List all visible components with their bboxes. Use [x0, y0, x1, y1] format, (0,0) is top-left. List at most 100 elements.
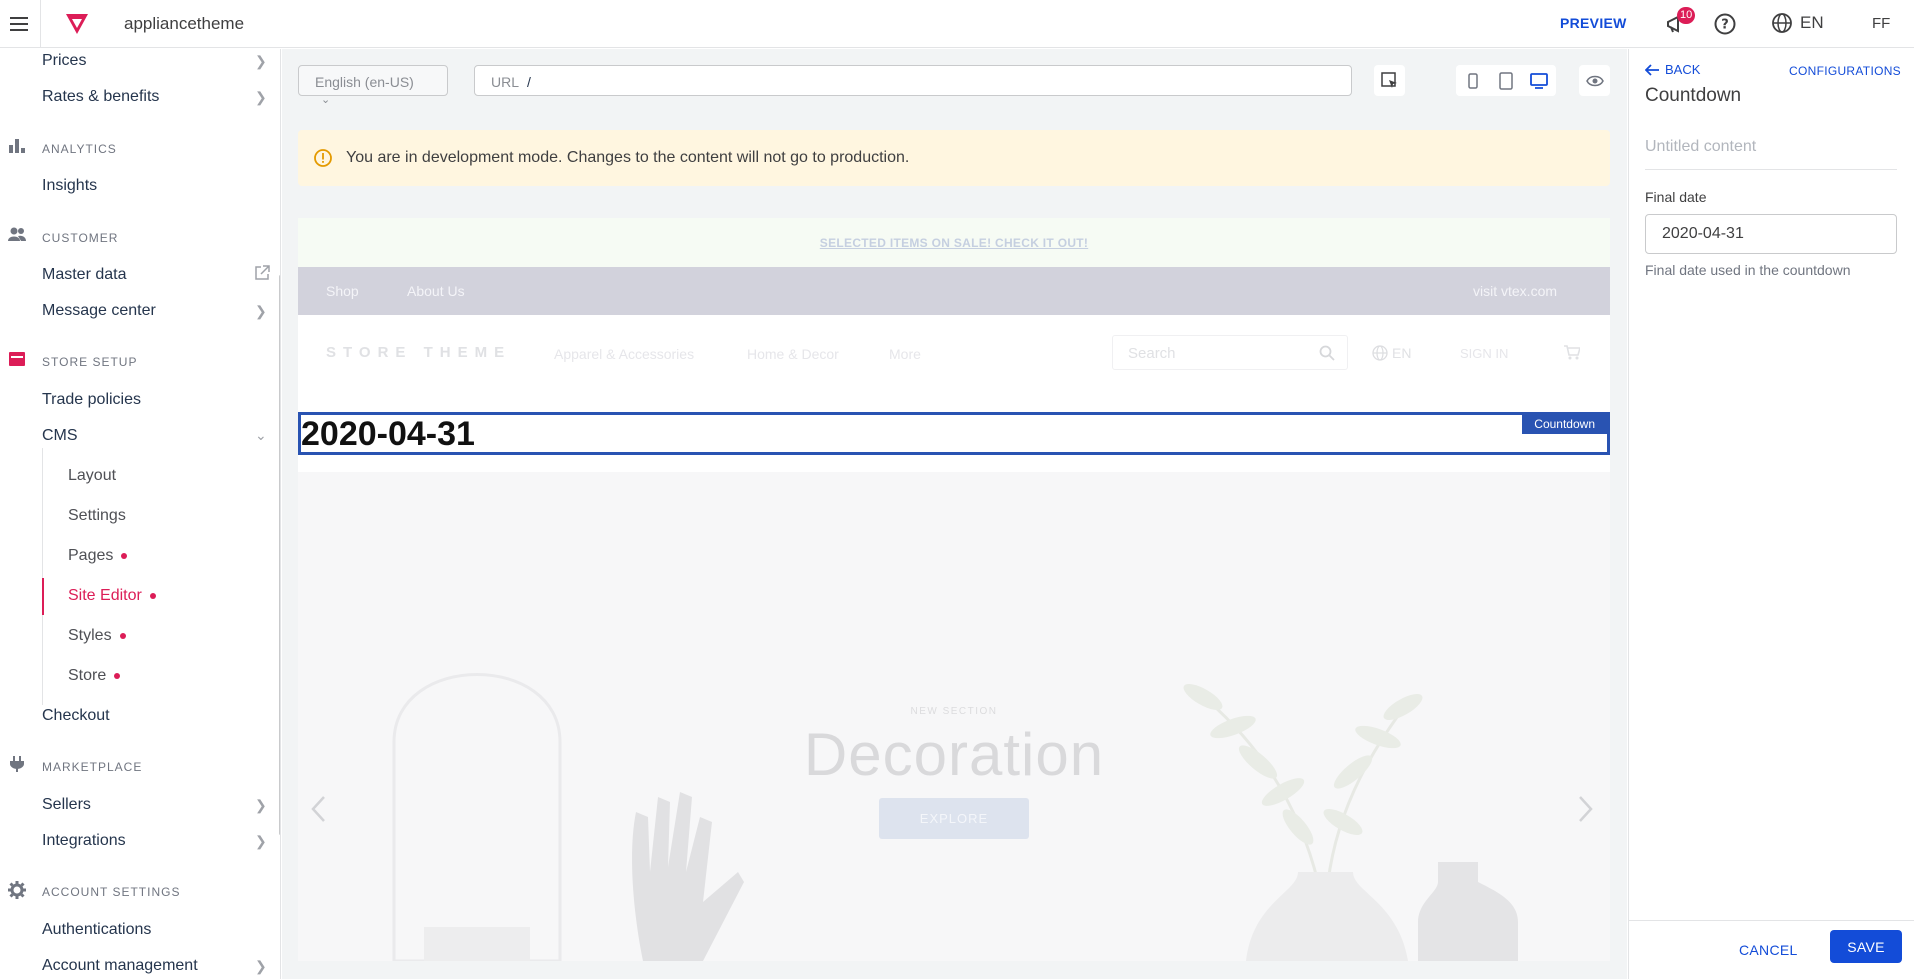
- block-config-panel: BACK CONFIGURATIONS Countdown Untitled c…: [1628, 49, 1914, 979]
- sidebar-item-checkout[interactable]: Checkout: [42, 707, 110, 725]
- final-date-help-text: Final date used in the countdown: [1645, 262, 1851, 278]
- sidebar-scrollbar[interactable]: [279, 275, 280, 835]
- save-button[interactable]: SAVE: [1830, 930, 1902, 963]
- pending-changes-dot: [149, 592, 156, 599]
- hero-kicker-text: NEW SECTION: [910, 706, 998, 717]
- store-nav-about[interactable]: About Us: [407, 283, 465, 299]
- pending-changes-dot: [114, 672, 121, 679]
- chevron-right-icon: ❯: [255, 53, 267, 69]
- vtex-logo-icon[interactable]: [64, 13, 90, 35]
- cancel-button[interactable]: CANCEL: [1739, 942, 1798, 958]
- sidebar-item-store[interactable]: Store: [68, 667, 121, 685]
- svg-text:?: ?: [1721, 18, 1729, 33]
- search-placeholder: Search: [1128, 345, 1176, 362]
- globe-icon: [1372, 345, 1388, 361]
- store-nav-visit-vtex[interactable]: visit vtex.com: [1473, 283, 1557, 299]
- language-selector[interactable]: EN: [1771, 12, 1824, 34]
- chevron-right-icon: ❯: [255, 303, 267, 319]
- sidebar-item-sellers[interactable]: Sellers: [42, 796, 91, 814]
- sidebar-item-cms[interactable]: CMS: [42, 427, 78, 445]
- analytics-bar-chart-icon: [8, 137, 26, 153]
- content-name-input[interactable]: Untitled content: [1645, 138, 1897, 170]
- sidebar-item-trade-policies[interactable]: Trade policies: [42, 391, 141, 409]
- countdown-value: 2020-04-31: [301, 415, 475, 453]
- sidebar-item-label: Styles: [68, 627, 112, 644]
- notification-count-badge: 10: [1677, 7, 1696, 24]
- sidebar-item-styles[interactable]: Styles: [68, 627, 126, 645]
- top-bar: appliancetheme PREVIEW 10 ? EN FF: [0, 0, 1914, 48]
- eye-preview-icon[interactable]: [1579, 65, 1610, 96]
- external-link-icon[interactable]: [254, 265, 270, 281]
- sidebar-item-account-management[interactable]: Account management: [42, 957, 198, 975]
- user-avatar[interactable]: FF: [1872, 15, 1890, 32]
- store-top-nav: Shop About Us visit vtex.com: [298, 267, 1610, 315]
- hamburger-menu-icon[interactable]: [8, 13, 30, 35]
- device-switcher: [1456, 65, 1556, 96]
- countdown-block-selected[interactable]: 2020-04-31 Countdown: [298, 412, 1610, 455]
- search-icon: [1319, 345, 1335, 361]
- store-preview-iframe: SELECTED ITEMS ON SALE! CHECK IT OUT! Sh…: [298, 218, 1610, 961]
- back-button[interactable]: BACK: [1645, 62, 1700, 77]
- select-element-cursor-icon[interactable]: [1374, 65, 1405, 96]
- section-title-account-settings: ACCOUNT SETTINGS: [42, 885, 181, 899]
- carousel-next-arrow-icon[interactable]: [1578, 795, 1594, 823]
- sidebar-item-prices[interactable]: Prices: [42, 52, 86, 70]
- desktop-device-icon[interactable]: [1522, 65, 1555, 96]
- final-date-label: Final date: [1645, 189, 1707, 205]
- configurations-link[interactable]: CONFIGURATIONS: [1789, 64, 1901, 78]
- store-category-home-decor[interactable]: Home & Decor: [747, 346, 839, 362]
- section-title-marketplace: MARKETPLACE: [42, 760, 143, 774]
- hero-explore-button[interactable]: EXPLORE: [879, 798, 1029, 839]
- account-settings-gear-icon: [8, 881, 26, 899]
- store-nav-shop[interactable]: Shop: [326, 283, 359, 299]
- panel-footer: CANCEL SAVE: [1629, 920, 1914, 979]
- store-brand-logo[interactable]: STORE THEME: [326, 344, 511, 361]
- arrow-left-icon: [1645, 63, 1659, 76]
- sidebar-item-message-center[interactable]: Message center: [42, 302, 156, 320]
- store-setup-icon: [8, 351, 26, 367]
- sidebar-item-pages[interactable]: Pages: [68, 547, 128, 565]
- store-language-selector[interactable]: EN: [1372, 345, 1411, 361]
- sidebar-item-settings[interactable]: Settings: [68, 507, 126, 525]
- preview-button[interactable]: PREVIEW: [1560, 15, 1627, 31]
- panel-title: Countdown: [1645, 85, 1742, 106]
- mobile-device-icon[interactable]: [1456, 65, 1489, 96]
- section-title-analytics: ANALYTICS: [42, 142, 117, 156]
- tablet-device-icon[interactable]: [1489, 65, 1522, 96]
- sidebar-item-rates-benefits[interactable]: Rates & benefits: [42, 88, 159, 106]
- editor-canvas-area: English (en-US) ⌄ URL / You are in develo…: [282, 49, 1627, 979]
- shopping-cart-icon[interactable]: [1564, 345, 1580, 360]
- sidebar-item-authentications[interactable]: Authentications: [42, 921, 151, 939]
- sidebar-item-master-data[interactable]: Master data: [42, 266, 126, 284]
- help-icon[interactable]: ?: [1713, 12, 1737, 36]
- store-search-input[interactable]: Search: [1112, 335, 1348, 370]
- pending-changes-dot: [121, 552, 128, 559]
- hero-title: Decoration: [803, 721, 1105, 788]
- url-label: URL: [491, 74, 520, 90]
- url-input[interactable]: URL /: [474, 65, 1352, 96]
- promo-link[interactable]: SELECTED ITEMS ON SALE! CHECK IT OUT!: [820, 236, 1088, 250]
- chevron-right-icon: ❯: [255, 89, 267, 105]
- store-language-label: EN: [1392, 345, 1412, 361]
- sidebar-item-label: Site Editor: [68, 587, 142, 604]
- sidebar-item-site-editor[interactable]: Site Editor: [68, 587, 156, 605]
- final-date-input[interactable]: 2020-04-31: [1645, 214, 1897, 254]
- carousel-prev-arrow-icon[interactable]: [310, 795, 326, 823]
- globe-icon: [1771, 12, 1793, 34]
- sidebar-item-insights[interactable]: Insights: [42, 177, 97, 195]
- chevron-down-icon: ⌄: [255, 427, 267, 443]
- store-sign-in[interactable]: SIGN IN: [1460, 346, 1508, 361]
- store-category-apparel[interactable]: Apparel & Accessories: [554, 346, 694, 362]
- sidebar-item-integrations[interactable]: Integrations: [42, 832, 126, 850]
- chevron-down-icon: ⌄: [321, 94, 331, 106]
- marketplace-plug-icon: [8, 756, 26, 772]
- promo-bar: SELECTED ITEMS ON SALE! CHECK IT OUT!: [298, 218, 1610, 267]
- locale-select[interactable]: English (en-US) ⌄: [298, 65, 448, 106]
- pending-changes-dot: [119, 632, 126, 639]
- sidebar: Prices ❯ Rates & benefits ❯ ANALYTICS In…: [0, 49, 281, 979]
- account-name: appliancetheme: [124, 14, 245, 33]
- section-title-store-setup: STORE SETUP: [42, 355, 138, 369]
- sidebar-item-layout[interactable]: Layout: [68, 467, 116, 485]
- url-value: /: [527, 74, 531, 90]
- store-category-more[interactable]: More: [889, 346, 921, 362]
